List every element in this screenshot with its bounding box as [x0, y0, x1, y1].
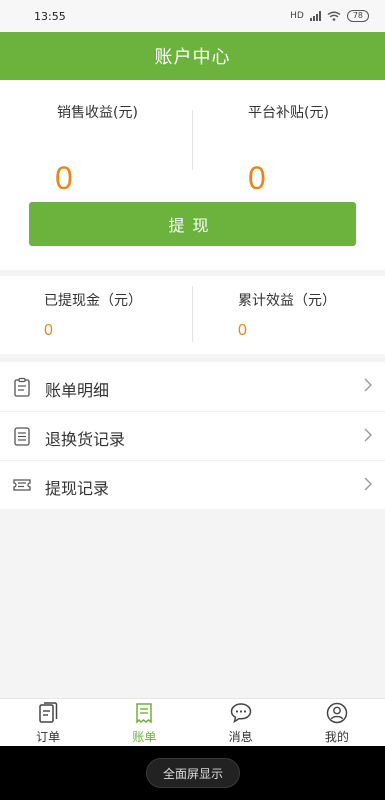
orders-icon: [39, 702, 58, 723]
withdrawn-label: 已提现金（元）: [44, 293, 142, 309]
menu-item-withdraw-records[interactable]: 提现记录: [0, 460, 385, 509]
tab-profile[interactable]: 我的: [289, 699, 385, 746]
tab-orders[interactable]: 订单: [0, 699, 96, 746]
tab-label: 账单: [132, 730, 157, 744]
status-icons: HD 78: [290, 10, 369, 22]
divider: [192, 286, 193, 342]
tab-label: 消息: [228, 730, 253, 744]
tab-label: 我的: [324, 730, 349, 744]
profile-icon: [326, 702, 348, 724]
bottom-tab-bar: 订单 账单 消息 我的: [0, 698, 385, 746]
page-header: 账户中心: [0, 32, 385, 80]
tab-messages[interactable]: 消息: [193, 699, 289, 746]
signal-icon: [309, 11, 321, 21]
cumulative-label: 累计效益（元）: [238, 293, 336, 309]
battery-icon: 78: [346, 10, 369, 22]
platform-subsidy-label: 平台补贴(元): [248, 105, 329, 121]
menu-item-label: 退换货记录: [45, 430, 126, 449]
chevron-right-icon: [364, 477, 372, 491]
wifi-icon: [327, 11, 341, 21]
menu-item-label: 提现记录: [45, 479, 110, 498]
cumulative-value: 0: [238, 322, 247, 339]
status-time: 13:55: [34, 9, 66, 23]
menu-item-bill-details[interactable]: 账单明细: [0, 362, 385, 411]
tab-label: 订单: [36, 730, 61, 744]
network-type: HD: [290, 11, 304, 21]
withdrawn-value: 0: [44, 322, 53, 339]
page-title: 账户中心: [154, 47, 231, 68]
platform-subsidy-value: 0: [248, 160, 266, 196]
earnings-card: 销售收益(元) 0 平台补贴(元) 0 提现: [0, 80, 385, 270]
fullscreen-display-button[interactable]: 全面屏显示: [146, 758, 240, 788]
status-bar: 13:55 HD 78: [0, 0, 385, 32]
chevron-right-icon: [364, 428, 372, 442]
list-icon: [14, 427, 30, 446]
clipboard-icon: [14, 377, 30, 397]
withdraw-button[interactable]: 提现: [29, 202, 356, 246]
menu-item-label: 账单明细: [45, 380, 110, 400]
bill-icon: [136, 703, 153, 724]
tab-bills[interactable]: 账单: [96, 699, 192, 746]
chevron-right-icon: [364, 378, 372, 392]
ticket-icon: [13, 479, 31, 491]
system-nav-bar: 全面屏显示: [0, 746, 385, 800]
message-icon: [230, 703, 251, 724]
account-menu: 账单明细 退换货记录 提现记录: [0, 362, 385, 509]
sales-earnings-label: 销售收益(元): [57, 105, 138, 121]
summary-card: 已提现金（元） 0 累计效益（元） 0: [0, 276, 385, 354]
sales-earnings-value: 0: [55, 160, 73, 196]
menu-item-return-records[interactable]: 退换货记录: [0, 411, 385, 460]
